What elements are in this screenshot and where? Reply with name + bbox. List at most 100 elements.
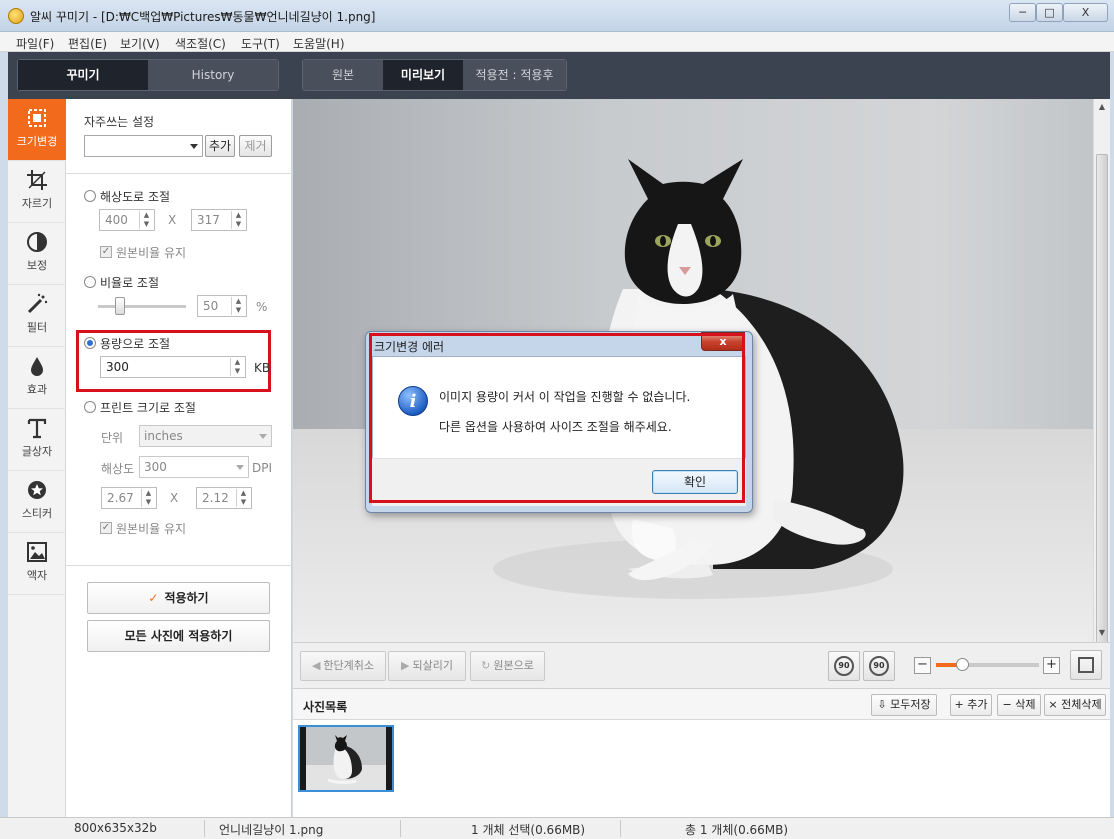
ratio-slider-thumb[interactable] bbox=[115, 297, 125, 315]
print-res-select[interactable]: 300 bbox=[139, 456, 249, 478]
add-favorite-button[interactable]: 추가 bbox=[205, 135, 235, 157]
rotate-left-button[interactable]: 90 bbox=[828, 651, 860, 681]
menu-file[interactable]: 파일(F) bbox=[16, 35, 54, 52]
menu-view[interactable]: 보기(V) bbox=[120, 35, 160, 52]
print-keep-ratio-checkbox[interactable]: ✓ bbox=[100, 522, 112, 534]
status-separator bbox=[400, 820, 401, 837]
resolution-width-value: 400 bbox=[105, 213, 128, 227]
apply-all-button[interactable]: 모든 사진에 적용하기 bbox=[87, 620, 270, 652]
divider bbox=[66, 173, 292, 174]
frame-picture-icon bbox=[27, 542, 47, 562]
tab-before-after[interactable]: 적용전 : 적용후 bbox=[463, 60, 566, 90]
ratio-input[interactable]: 50 ▲ ▼ bbox=[197, 295, 247, 317]
check-icon: ✓ bbox=[148, 591, 159, 605]
resize-settings-panel: 자주쓰는 설정 추가 제거 해상도로 조절 400 ▲ ▼ X 317 ▲ ▼ ✓ … bbox=[66, 99, 292, 817]
tool-text[interactable]: 글상자 bbox=[8, 409, 66, 471]
crop-icon bbox=[27, 170, 47, 190]
adjust-icon bbox=[27, 232, 47, 252]
tab-history[interactable]: History bbox=[148, 60, 278, 90]
print-radio[interactable] bbox=[84, 401, 96, 413]
tool-sticker[interactable]: 스티커 bbox=[8, 471, 66, 533]
filesize-radio[interactable] bbox=[84, 337, 96, 349]
print-unit-select[interactable]: inches bbox=[139, 425, 272, 447]
fit-screen-button[interactable] bbox=[1070, 650, 1102, 680]
close-button[interactable]: X bbox=[1063, 3, 1108, 22]
tool-adjust[interactable]: 보정 bbox=[8, 223, 66, 285]
print-height-input[interactable]: 2.12 ▲ ▼ bbox=[196, 487, 252, 509]
undo-button[interactable]: ◀ 한단계취소 bbox=[300, 651, 386, 681]
revert-button[interactable]: ↻ 원본으로 bbox=[470, 651, 545, 681]
scroll-up-arrow[interactable]: ▲ bbox=[1094, 99, 1110, 115]
minimize-button[interactable]: ─ bbox=[1009, 3, 1036, 22]
tool-effect[interactable]: 효과 bbox=[8, 347, 66, 409]
tool-filter[interactable]: 필터 bbox=[8, 285, 66, 347]
filesize-stepper[interactable]: ▲ ▼ bbox=[230, 358, 244, 376]
window-title: 알씨 꾸미기 - [D:₩C백업₩Pictures₩동물₩언니네길냥이 1.pn… bbox=[30, 10, 376, 24]
ratio-value: 50 bbox=[203, 299, 219, 313]
scroll-down-arrow[interactable]: ▼ bbox=[1094, 625, 1110, 641]
filter-wand-icon bbox=[27, 293, 48, 314]
ratio-slider-track[interactable] bbox=[98, 305, 186, 308]
tool-frame[interactable]: 액자 bbox=[8, 533, 66, 595]
revert-icon: ↻ bbox=[481, 659, 491, 672]
tool-resize[interactable]: 크기변경 bbox=[8, 99, 66, 161]
print-width-stepper[interactable]: ▲ ▼ bbox=[141, 489, 155, 507]
save-all-button[interactable]: ⇩ 모두저장 bbox=[871, 694, 937, 716]
remove-photo-button[interactable]: − 삭제 bbox=[997, 694, 1041, 716]
zoom-slider-thumb[interactable] bbox=[955, 658, 969, 671]
zoom-slider-track[interactable] bbox=[936, 663, 1039, 667]
resolution-x: X bbox=[168, 213, 177, 227]
ratio-stepper[interactable]: ▲ ▼ bbox=[231, 297, 245, 315]
menu-help[interactable]: 도움말(H) bbox=[293, 35, 345, 52]
tool-frame-label: 액자 bbox=[26, 569, 48, 582]
tool-filter-label: 필터 bbox=[26, 321, 48, 334]
tool-rail: 크기변경 자르기 보정 필터 효과 글상자 스티커 액자 bbox=[8, 99, 66, 817]
print-height-stepper[interactable]: ▲ ▼ bbox=[236, 489, 250, 507]
app-icon bbox=[8, 8, 24, 24]
tool-crop[interactable]: 자르기 bbox=[8, 161, 66, 223]
remove-all-button[interactable]: × 전체삭제 bbox=[1044, 694, 1106, 716]
resolution-height-input[interactable]: 317 ▲ ▼ bbox=[191, 209, 247, 231]
chevron-down-icon bbox=[190, 144, 198, 149]
tab-decorate[interactable]: 꾸미기 bbox=[18, 60, 148, 90]
resolution-radio[interactable] bbox=[84, 190, 96, 202]
print-res-value: 300 bbox=[144, 460, 167, 474]
maximize-button[interactable]: □ bbox=[1036, 3, 1063, 22]
tab-preview[interactable]: 미리보기 bbox=[383, 60, 463, 90]
filesize-input[interactable]: 300 ▲ ▼ bbox=[100, 356, 246, 378]
print-keep-ratio-label: 원본비율 유지 bbox=[116, 522, 187, 536]
photo-thumbnail[interactable] bbox=[298, 725, 394, 792]
zoom-out-button[interactable]: − bbox=[914, 657, 931, 674]
resolution-height-stepper[interactable]: ▲ ▼ bbox=[231, 211, 245, 229]
rotate-left-icon: 90 bbox=[834, 656, 854, 676]
apply-button[interactable]: ✓ 적용하기 bbox=[87, 582, 270, 614]
viewer-vertical-scrollbar[interactable]: ▲ ▼ bbox=[1093, 99, 1110, 644]
tab-original[interactable]: 원본 bbox=[303, 60, 383, 90]
ratio-radio[interactable] bbox=[84, 276, 96, 288]
resolution-keep-ratio-checkbox[interactable]: ✓ bbox=[100, 246, 112, 258]
scrollbar-thumb[interactable] bbox=[1096, 154, 1108, 644]
favorites-label: 자주쓰는 설정 bbox=[84, 115, 155, 129]
tool-effect-label: 효과 bbox=[26, 383, 48, 396]
print-width-input[interactable]: 2.67 ▲ ▼ bbox=[101, 487, 157, 509]
resolution-keep-ratio-label: 원본비율 유지 bbox=[116, 246, 187, 260]
save-icon: ⇩ bbox=[877, 698, 891, 711]
photo-list bbox=[293, 720, 1110, 817]
save-all-label: 모두저장 bbox=[890, 698, 931, 711]
menu-tools[interactable]: 도구(T) bbox=[241, 35, 280, 52]
apply-button-label: 적용하기 bbox=[164, 591, 209, 605]
menu-color[interactable]: 색조절(C) bbox=[175, 35, 226, 52]
remove-favorite-button[interactable]: 제거 bbox=[239, 135, 272, 157]
status-total: 총 1 개체(0.66MB) bbox=[685, 823, 789, 837]
resolution-width-input[interactable]: 400 ▲ ▼ bbox=[99, 209, 155, 231]
redo-button[interactable]: ▶ 되살리기 bbox=[388, 651, 466, 681]
favorites-select[interactable] bbox=[84, 135, 203, 157]
add-photo-button[interactable]: + 추가 bbox=[950, 694, 992, 716]
menu-edit[interactable]: 편집(E) bbox=[68, 35, 107, 52]
fit-screen-icon bbox=[1078, 657, 1094, 673]
resolution-width-stepper[interactable]: ▲ ▼ bbox=[139, 211, 153, 229]
zoom-in-button[interactable]: + bbox=[1043, 657, 1060, 674]
photo-list-title: 사진목록 bbox=[303, 700, 348, 714]
rotate-right-button[interactable]: 90 bbox=[863, 651, 895, 681]
status-separator bbox=[620, 820, 621, 837]
